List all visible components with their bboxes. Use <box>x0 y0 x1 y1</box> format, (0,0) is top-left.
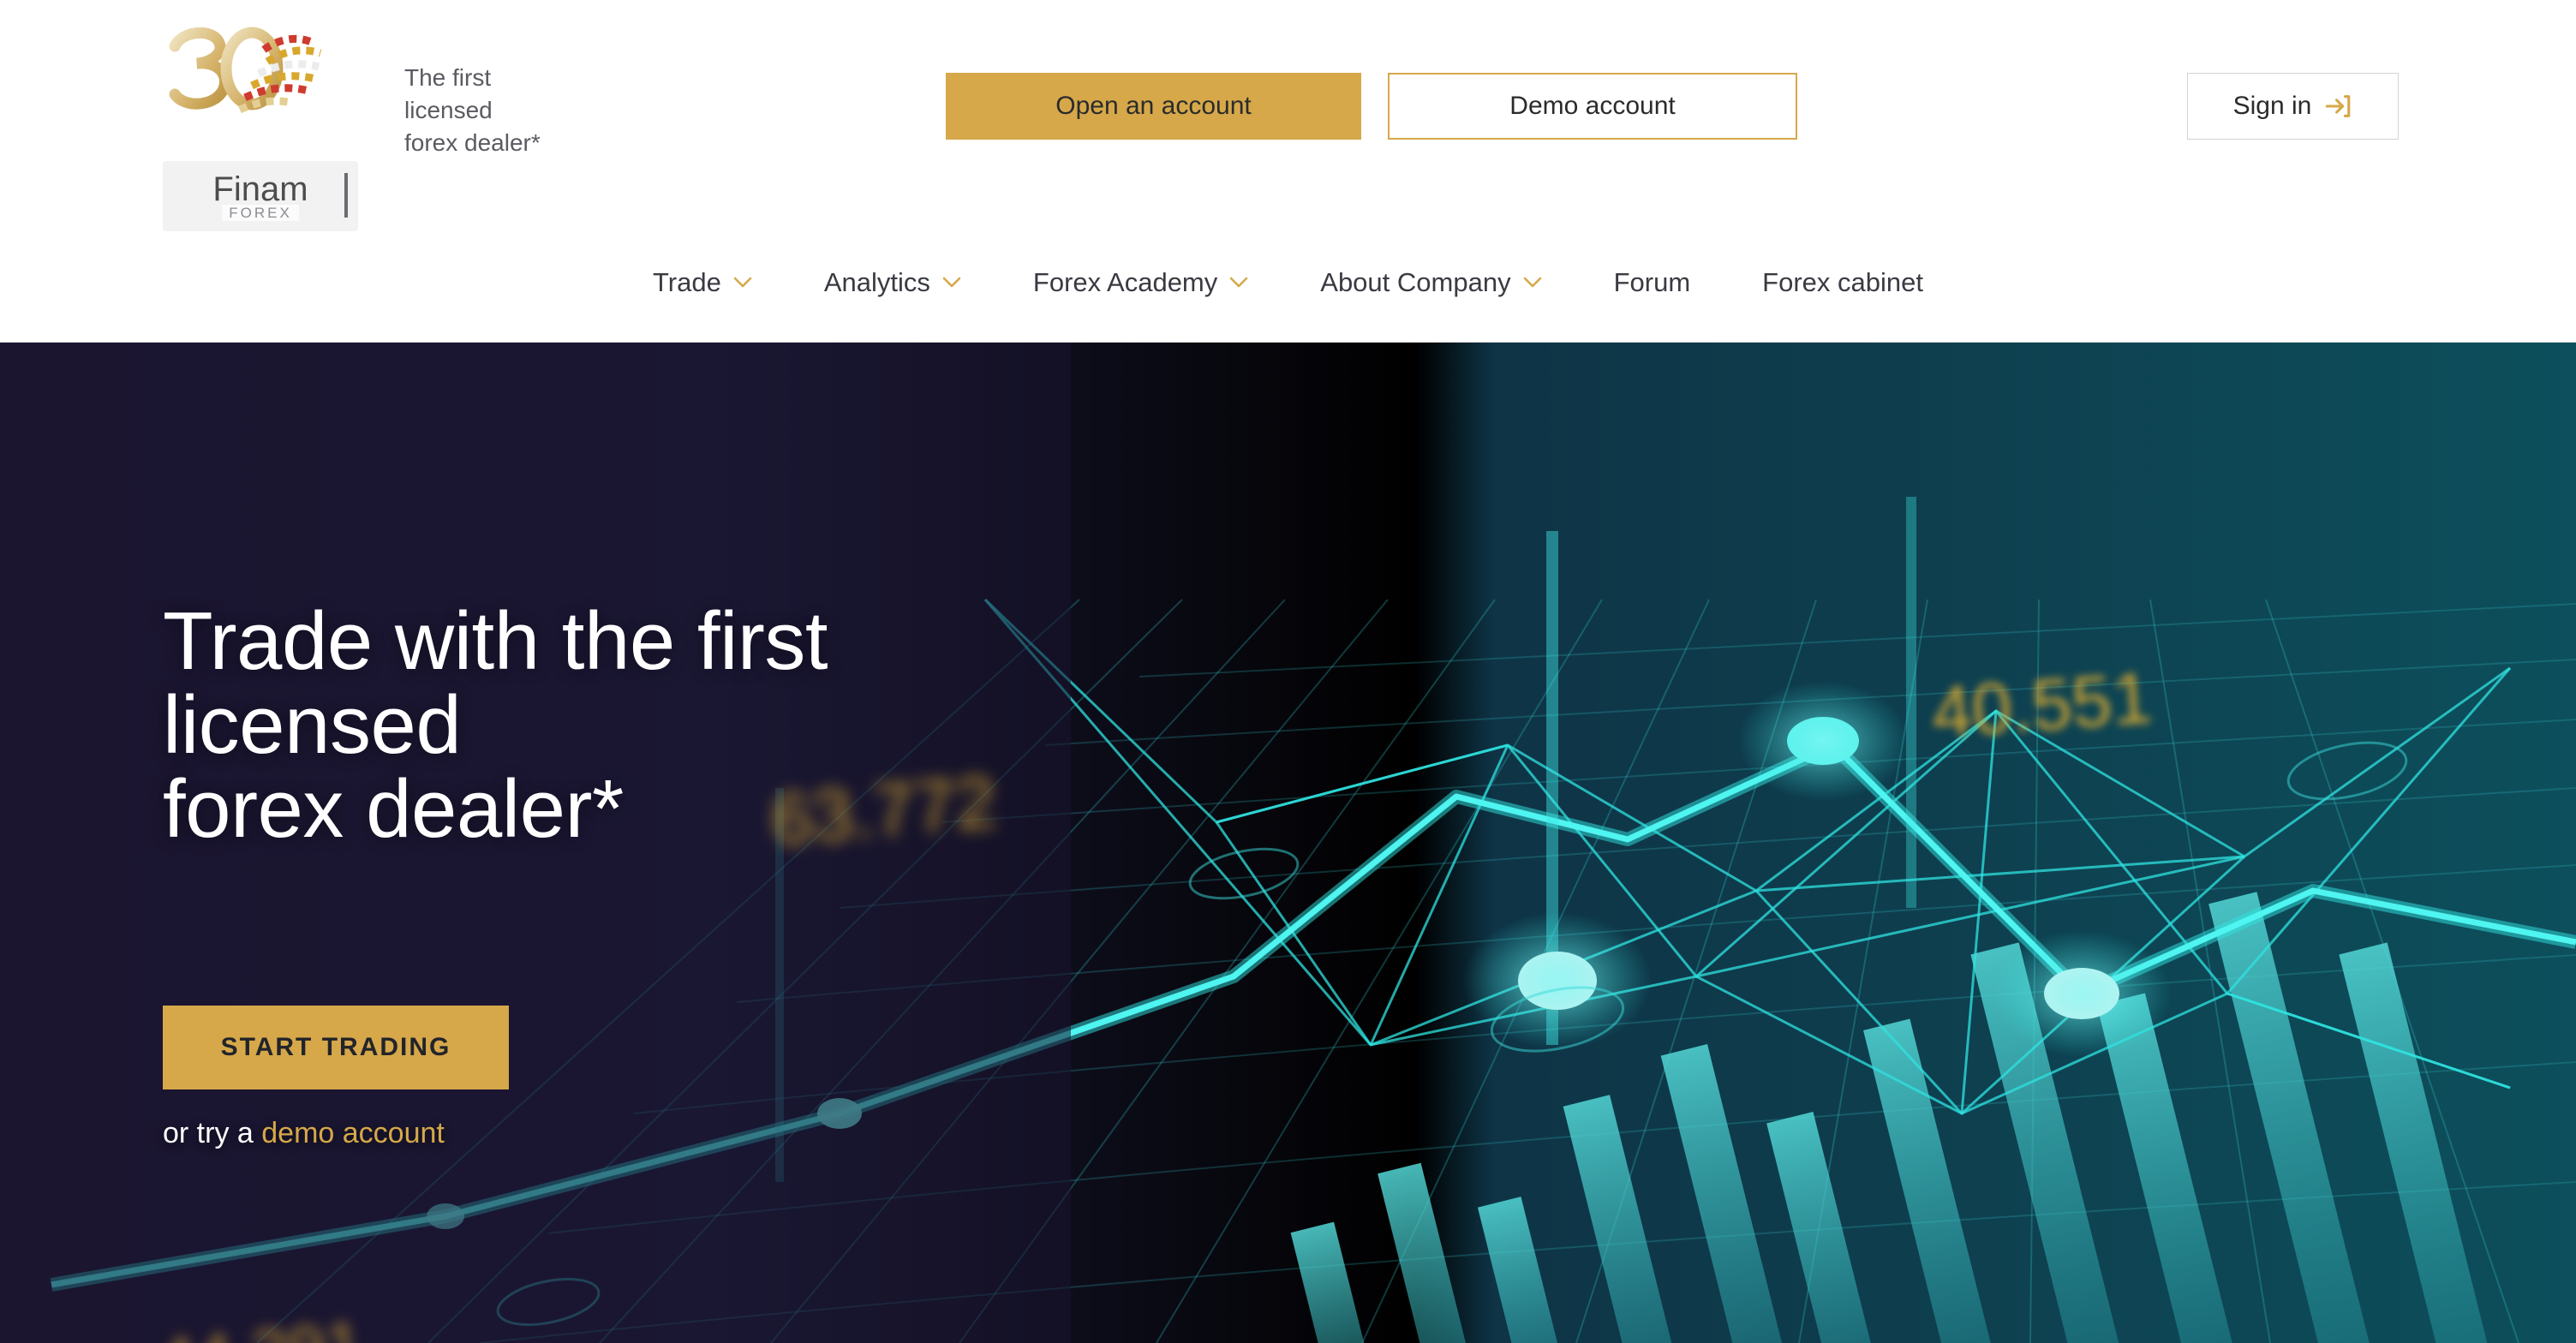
tagline-line-3: forex dealer* <box>404 129 541 156</box>
demo-account-link[interactable]: demo account <box>261 1117 445 1149</box>
nav-label-about-company: About Company <box>1320 267 1511 297</box>
nav-item-trade[interactable]: Trade <box>617 267 788 298</box>
site-header: Finam FOREX The first licensed forex dea… <box>0 0 2576 343</box>
nav-label-analytics: Analytics <box>823 267 930 297</box>
login-arrow-icon <box>2326 95 2351 117</box>
finam-forex-wordmark: Finam FOREX <box>163 161 358 231</box>
brand-subtitle: FOREX <box>222 204 299 221</box>
sign-in-label: Sign in <box>2232 92 2312 120</box>
demo-account-prompt: or try a demo account <box>163 1117 828 1150</box>
hero-headline-line-3: forex dealer* <box>163 762 624 855</box>
header-tagline: The first licensed forex dealer* <box>404 62 541 159</box>
nav-item-forum[interactable]: Forum <box>1578 267 1727 298</box>
tagline-line-1: The first <box>404 64 492 91</box>
open-account-label: Open an account <box>1055 92 1252 120</box>
hero-headline: Trade with the first licensed forex deal… <box>163 600 828 851</box>
nav-label-forex-academy: Forex Academy <box>1032 267 1218 297</box>
demo-prompt-prefix: or try a <box>163 1116 262 1149</box>
chevron-down-icon <box>1523 277 1542 289</box>
nav-label-trade: Trade <box>653 267 721 297</box>
hero-headline-line-1: Trade with the first <box>163 595 828 687</box>
start-trading-label: START TRADING <box>220 1032 451 1061</box>
hero-section: 63.772 40.551 44.291 26.417 31.012 Trade… <box>0 343 2576 1343</box>
demo-account-label: Demo account <box>1509 92 1676 120</box>
nav-label-forum: Forum <box>1613 267 1691 297</box>
tagline-line-2: licensed <box>404 97 493 123</box>
nav-item-analytics[interactable]: Analytics <box>788 267 997 298</box>
sign-in-button[interactable]: Sign in <box>2187 73 2399 140</box>
nav-label-forex-cabinet: Forex cabinet <box>1762 267 1923 297</box>
nav-item-about-company[interactable]: About Company <box>1284 267 1577 298</box>
chevron-down-icon <box>942 277 961 289</box>
logo-accent-bar <box>344 173 348 218</box>
chevron-down-icon <box>1229 277 1248 289</box>
start-trading-button[interactable]: START TRADING <box>163 1005 509 1089</box>
nav-item-forex-academy[interactable]: Forex Academy <box>997 267 1284 298</box>
hero-headline-line-2: licensed <box>163 678 462 771</box>
chevron-down-icon <box>733 277 752 289</box>
open-account-button[interactable]: Open an account <box>946 73 1361 140</box>
site-logo[interactable]: Finam FOREX <box>163 24 360 231</box>
background-number-2: 40.551 <box>1928 657 2155 753</box>
anniversary-30-icon <box>169 27 322 114</box>
brand-name: Finam <box>212 170 308 208</box>
demo-account-button[interactable]: Demo account <box>1388 73 1797 140</box>
nav-item-forex-cabinet[interactable]: Forex cabinet <box>1726 267 1959 298</box>
main-navigation: Trade Analytics Forex Academy About Comp… <box>0 248 2576 317</box>
hero-content: Trade with the first licensed forex deal… <box>163 600 828 1150</box>
